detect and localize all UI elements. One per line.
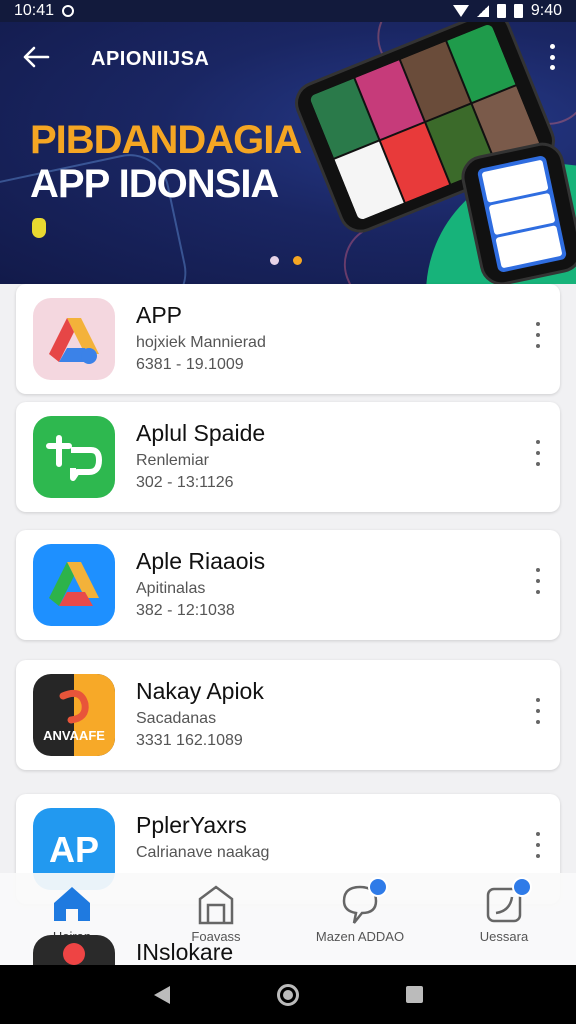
notification-badge: [512, 877, 532, 897]
page-title: APIONIIJSA: [91, 48, 210, 70]
carousel-indicator[interactable]: [270, 256, 302, 265]
more-options-icon[interactable]: [532, 568, 544, 594]
app-subtitle: hojxiek Mannierad: [136, 334, 266, 351]
app-subtitle: Apitinalas: [136, 580, 206, 597]
battery-icon-2: [513, 4, 523, 18]
app-name: Aplul Spaide: [136, 420, 266, 446]
svg-text:AP: AP: [49, 829, 99, 870]
more-options-icon[interactable]: [532, 832, 544, 858]
alarm-icon: [62, 5, 75, 17]
dark-red-icon: [33, 935, 115, 965]
drive-triangle-icon: [33, 544, 115, 626]
home-icon: [48, 881, 96, 927]
app-card-partial[interactable]: INslokare: [16, 935, 560, 965]
app-card[interactable]: Aple Riaaois Apitinalas 382 - 12:1038: [16, 530, 560, 640]
app-card[interactable]: Aplul Spaide Renlemiar 302 - 13:1126: [16, 402, 560, 512]
status-bar: 10:41 9:40: [0, 0, 576, 22]
app-card[interactable]: ANVAAFE Nakay Apiok Sacadanas 3331 162.1…: [16, 660, 560, 770]
app-name: PplerYaxrs: [136, 812, 247, 838]
more-options-icon[interactable]: [532, 440, 544, 466]
system-navigation-bar: [0, 965, 576, 1024]
app-meta: 3331 162.1089: [136, 732, 243, 749]
anvaafe-icon: ANVAAFE: [33, 674, 115, 756]
system-back-icon[interactable]: [153, 985, 170, 1004]
app-card[interactable]: APP hojxiek Mannierad 6381 - 19.1009: [16, 284, 560, 394]
edit-icon: [480, 877, 532, 927]
app-subtitle: Sacadanas: [136, 710, 217, 727]
back-button[interactable]: [22, 46, 50, 68]
system-recents-icon[interactable]: [405, 986, 423, 1003]
battery-icon: [496, 4, 506, 18]
chat-bubble-icon: [336, 877, 388, 927]
notification-badge: [368, 877, 388, 897]
status-clock: 9:40: [530, 2, 562, 19]
app-subtitle: Renlemiar: [136, 452, 209, 469]
overflow-menu-button[interactable]: [546, 44, 558, 70]
app-meta: 382 - 12:1038: [136, 602, 235, 619]
arrow-left-icon: [23, 46, 50, 68]
wifi-icon: [452, 5, 469, 17]
carousel-dot-1[interactable]: [270, 256, 279, 265]
carousel-dot-2[interactable]: [293, 256, 302, 265]
signal-icon: [476, 5, 489, 17]
system-home-icon[interactable]: [276, 983, 299, 1006]
promo-banner[interactable]: APIONIIJSA PIBDANDAGIA APP IDONSIA: [0, 22, 576, 284]
app-name: INslokare: [136, 939, 234, 965]
app-subtitle: Calrianave naakag: [136, 844, 270, 861]
building-icon: [192, 881, 240, 927]
app-name: Nakay Apiok: [136, 678, 264, 704]
more-options-icon[interactable]: [532, 698, 544, 724]
drive-triangle-icon: [33, 298, 115, 380]
status-time: 10:41: [14, 2, 55, 19]
banner-headline-1: PIBDANDAGIA: [30, 118, 302, 162]
banner-mark-icon: [32, 218, 46, 238]
app-name: APP: [136, 302, 183, 328]
banner-headline-2: APP IDONSIA: [30, 162, 279, 206]
more-options-icon[interactable]: [532, 322, 544, 348]
app-meta: 6381 - 19.1009: [136, 356, 244, 373]
app-meta: 302 - 13:1126: [136, 474, 234, 491]
svg-text:ANVAAFE: ANVAAFE: [43, 728, 105, 743]
app-name: Aple Riaaois: [136, 548, 266, 574]
green-chat-icon: [33, 416, 115, 498]
